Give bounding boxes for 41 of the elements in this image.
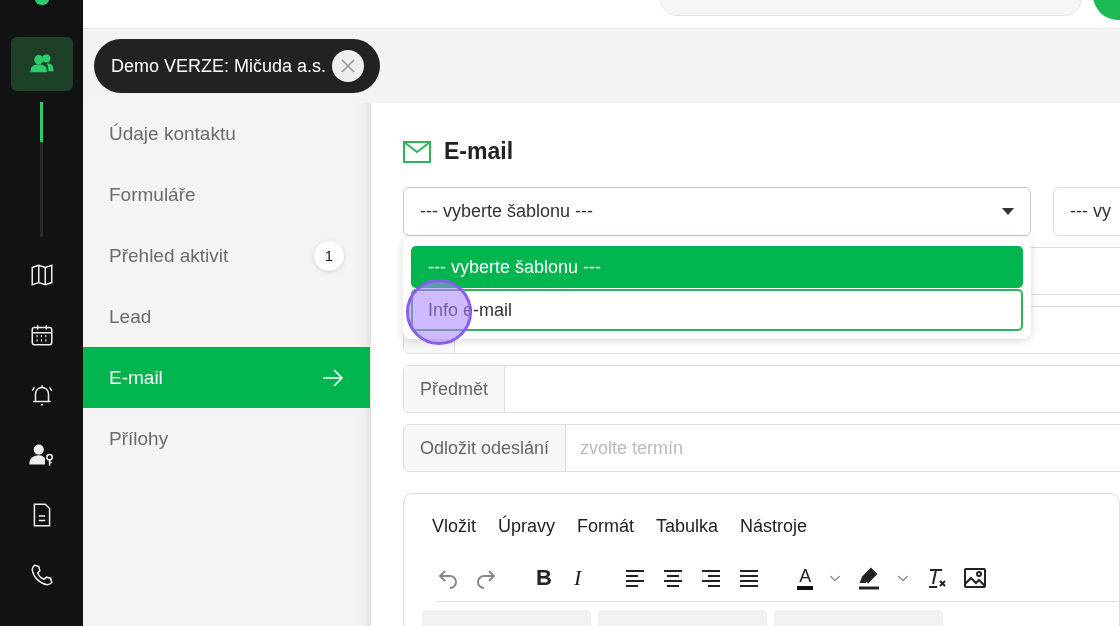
menu-item[interactable]: Vložit — [432, 516, 476, 537]
menu-item[interactable]: Nástroje — [740, 516, 808, 537]
sidebar-item[interactable]: Lead — [83, 286, 370, 347]
sidebar-item[interactable]: Přehled aktivit 1 — [83, 225, 370, 286]
field-label: Předmět — [404, 366, 506, 412]
select-field[interactable]: --- vy — [1053, 187, 1120, 236]
input-field[interactable]: Odložit odeslání zvolte termín — [403, 424, 1120, 472]
bold-button[interactable]: B — [532, 565, 556, 591]
close-icon — [340, 58, 357, 74]
item-label: Lead — [109, 305, 152, 328]
item-label: Formuláře — [109, 183, 196, 206]
item-label: Přehled aktivit — [109, 244, 229, 267]
calendar-icon — [28, 322, 55, 348]
menu-item[interactable]: Tabulka — [656, 516, 719, 537]
sidebar-item[interactable]: Údaje kontaktu — [83, 103, 370, 164]
template-select[interactable]: --- vyberte šablonu --- — [403, 187, 1031, 236]
marker-icon[interactable] — [857, 566, 882, 590]
menu-item[interactable]: Formát — [577, 516, 635, 537]
italic-button[interactable]: I — [569, 565, 586, 591]
section-title: E-mail — [444, 138, 514, 165]
image-icon[interactable] — [963, 566, 988, 590]
envelope-icon — [403, 140, 431, 163]
sidebar-item[interactable]: Přílohy — [83, 408, 370, 469]
map-icon — [28, 262, 55, 288]
field-label: Odložit odeslání — [404, 425, 567, 471]
item-label: Údaje kontaktu — [109, 122, 236, 145]
tag-label: Demo VERZE: Mičuda a.s. — [111, 55, 327, 77]
user-key-icon — [28, 442, 55, 468]
input-field[interactable]: Předmět — [403, 365, 1120, 413]
nav-button[interactable] — [10, 37, 73, 91]
phone-icon — [28, 562, 55, 588]
sidebar-item[interactable]: Formuláře — [83, 164, 370, 225]
placeholder-text: zvolte termín — [580, 437, 684, 459]
arrow-icon — [322, 367, 344, 388]
item-label: E-mail — [109, 366, 163, 389]
text-color-button[interactable]: A — [797, 566, 814, 590]
menu-item[interactable]: Úpravy — [498, 516, 556, 537]
item-label: Přílohy — [109, 427, 169, 450]
count-badge: 1 — [314, 240, 344, 271]
caret-icon — [1002, 207, 1014, 216]
close-button[interactable] — [332, 50, 365, 82]
